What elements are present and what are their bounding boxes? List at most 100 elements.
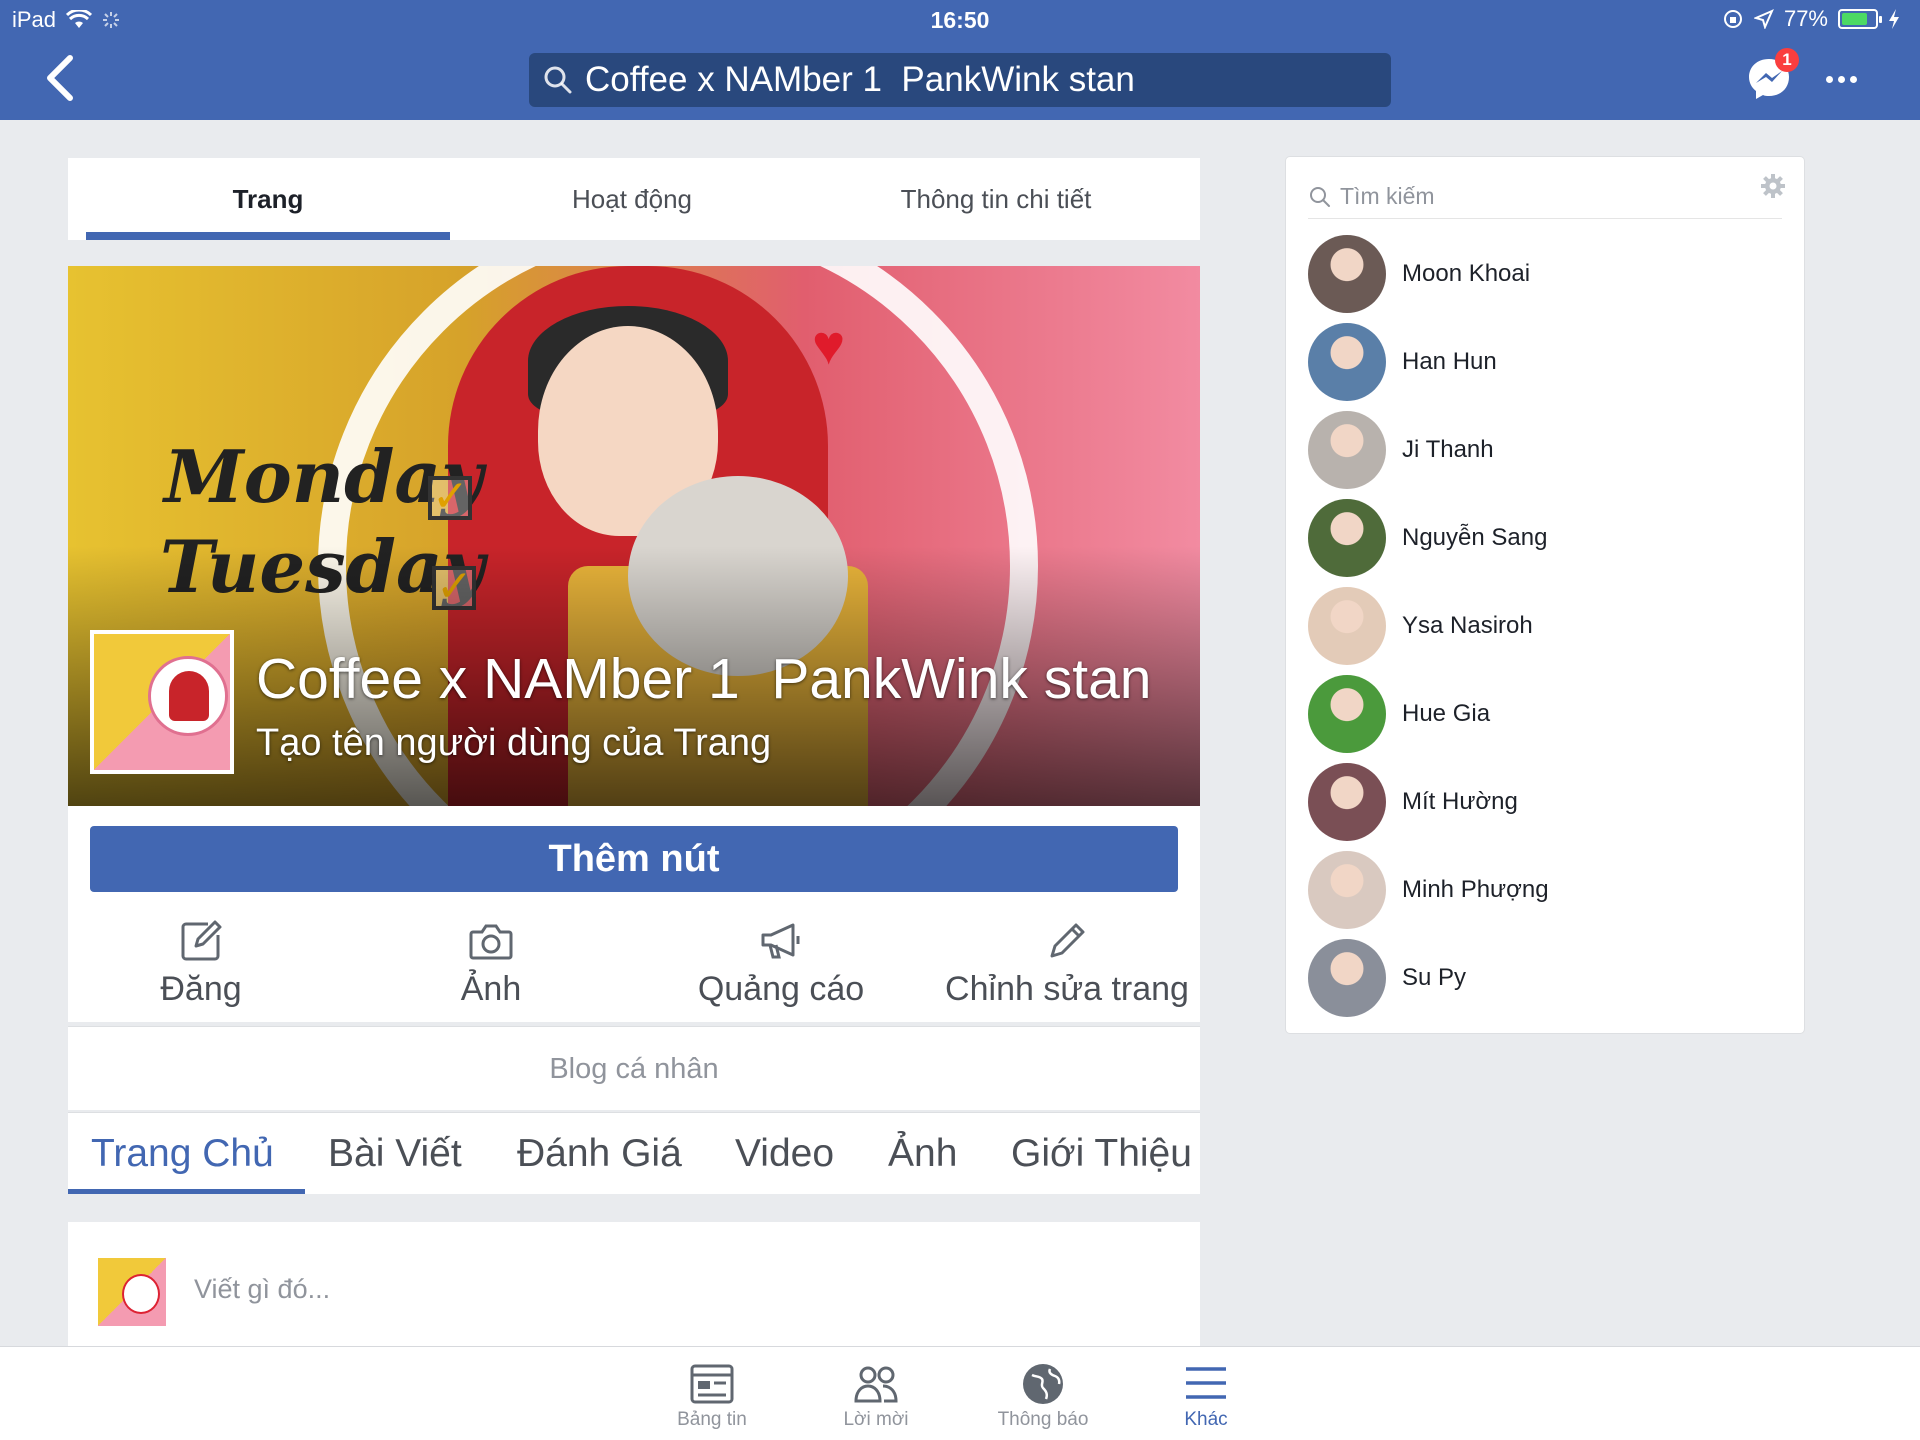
contact-item[interactable]: Moon Khoai bbox=[1308, 234, 1782, 314]
contact-avatar bbox=[1308, 939, 1386, 1017]
more-dot-icon bbox=[1826, 75, 1833, 83]
news-feed-icon bbox=[690, 1364, 734, 1404]
tab-bai-viet[interactable]: Bài Viết bbox=[328, 1113, 462, 1194]
location-arrow-icon bbox=[1753, 9, 1774, 29]
more-options-button[interactable] bbox=[1826, 64, 1862, 94]
contact-avatar bbox=[1308, 411, 1386, 489]
tab-thong-tin-chi-tiet[interactable]: Thông tin chi tiết bbox=[814, 158, 1178, 240]
contact-avatar bbox=[1308, 323, 1386, 401]
contact-item[interactable]: Ysa Nasiroh bbox=[1308, 586, 1782, 666]
contact-item[interactable]: Nguyễn Sang bbox=[1308, 498, 1782, 578]
contact-item[interactable]: Han Hun bbox=[1308, 322, 1782, 402]
heart-icon: ♥ bbox=[812, 313, 846, 376]
page-actions-card: Thêm nút Đăng Ảnh Quảng cáo Chỉnh sửa tr… bbox=[68, 806, 1200, 1022]
composer-page-avatar bbox=[98, 1258, 166, 1326]
add-button[interactable]: Thêm nút bbox=[90, 826, 1178, 892]
contacts-sidebar: Tìm kiếm Moon Khoai Han Hun Ji Thanh Ngu… bbox=[1286, 157, 1804, 1033]
post-action[interactable]: Đăng bbox=[56, 918, 346, 1009]
contact-avatar bbox=[1308, 675, 1386, 753]
contact-item[interactable]: Minh Phượng bbox=[1308, 850, 1782, 930]
contact-name: Ji Thanh bbox=[1402, 436, 1494, 463]
page-section-tabs: Trang Chủ Bài Viết Đánh Giá Video Ảnh Gi… bbox=[68, 1112, 1200, 1194]
tab-notifications[interactable]: Thông báo bbox=[973, 1361, 1113, 1431]
active-section-indicator bbox=[68, 1189, 305, 1194]
tab-hoat-dong[interactable]: Hoạt động bbox=[450, 158, 814, 240]
contact-name: Hue Gia bbox=[1402, 700, 1491, 727]
contact-avatar bbox=[1308, 763, 1386, 841]
battery-percentage: 77% bbox=[1783, 6, 1828, 31]
more-dot-icon bbox=[1850, 75, 1857, 83]
chevron-left-icon bbox=[47, 55, 73, 101]
tab-trang[interactable]: Trang bbox=[86, 158, 450, 240]
compose-icon bbox=[181, 920, 222, 961]
tab-gioi-thieu[interactable]: Giới Thiệu bbox=[1011, 1113, 1192, 1194]
tab-news-feed-label: Bảng tin bbox=[677, 1409, 747, 1430]
status-time: 16:50 bbox=[930, 7, 990, 33]
contact-item[interactable]: Hue Gia bbox=[1308, 674, 1782, 754]
contact-avatar bbox=[1308, 499, 1386, 577]
advertise-action[interactable]: Quảng cáo bbox=[636, 918, 926, 1009]
contact-name: Ysa Nasiroh bbox=[1402, 612, 1533, 639]
tab-friend-requests-label: Lời mời bbox=[843, 1409, 909, 1430]
edit-page-action[interactable]: Chỉnh sửa trang bbox=[922, 918, 1212, 1009]
page-profile-picture[interactable] bbox=[90, 630, 234, 774]
post-action-label: Đăng bbox=[160, 970, 242, 1008]
charging-bolt-icon bbox=[1889, 9, 1899, 29]
composer-input[interactable]: Viết gì đó... bbox=[194, 1274, 330, 1305]
camera-icon bbox=[469, 924, 513, 960]
gear-icon[interactable] bbox=[1760, 173, 1786, 199]
search-bar[interactable]: Coffee x NAMber 1 PankWink stan bbox=[529, 53, 1391, 107]
battery-icon bbox=[1838, 9, 1882, 29]
menu-icon bbox=[1186, 1367, 1226, 1399]
search-icon bbox=[1310, 186, 1330, 207]
contact-avatar bbox=[1308, 851, 1386, 929]
contact-item[interactable]: Mít Hường bbox=[1308, 762, 1782, 842]
tab-more[interactable]: Khác bbox=[1136, 1361, 1276, 1431]
contact-name: Nguyễn Sang bbox=[1402, 524, 1548, 551]
contact-avatar bbox=[1308, 587, 1386, 665]
contact-name: Moon Khoai bbox=[1402, 260, 1531, 287]
contact-item[interactable]: Su Py bbox=[1308, 938, 1782, 1018]
photo-action[interactable]: Ảnh bbox=[346, 918, 636, 1009]
orientation-lock-icon bbox=[1723, 10, 1742, 28]
page-title: Coffee x NAMber 1 PankWink stan bbox=[256, 647, 1152, 711]
advertise-action-label: Quảng cáo bbox=[697, 970, 865, 1008]
photo-action-label: Ảnh bbox=[460, 970, 522, 1008]
tab-friend-requests[interactable]: Lời mời bbox=[806, 1361, 946, 1431]
contact-search-placeholder: Tìm kiếm bbox=[1340, 183, 1435, 209]
bottom-tab-bar: Bảng tin Lời mời Thông báo Khác bbox=[0, 1346, 1920, 1440]
cover-photo[interactable]: ♥ Monday Tuesday ✓ ✓ Coffee x NAMber 1 P… bbox=[68, 266, 1200, 806]
contact-item[interactable]: Ji Thanh bbox=[1308, 410, 1782, 490]
friends-icon bbox=[854, 1366, 898, 1403]
tab-more-label: Khác bbox=[1184, 1409, 1228, 1430]
create-username-link[interactable]: Tạo tên người dùng của Trang bbox=[256, 722, 771, 765]
post-composer: Viết gì đó... bbox=[68, 1222, 1200, 1352]
pencil-icon bbox=[1050, 923, 1085, 958]
more-dot-icon bbox=[1838, 75, 1845, 83]
megaphone-icon bbox=[761, 923, 800, 959]
page-category: Blog cá nhân bbox=[68, 1026, 1200, 1110]
top-navigation-bar: iPad 16:50 77% Coffee x NAMber 1 PankWin… bbox=[0, 0, 1920, 120]
contact-name: Minh Phượng bbox=[1402, 876, 1549, 903]
search-query: Coffee x NAMber 1 PankWink stan bbox=[585, 60, 1135, 99]
contact-search-input[interactable]: Tìm kiếm bbox=[1308, 175, 1782, 219]
contact-name: Su Py bbox=[1402, 964, 1467, 991]
status-bar: iPad 16:50 77% bbox=[0, 0, 1920, 40]
tab-notifications-label: Thông báo bbox=[997, 1409, 1089, 1430]
messenger-unread-badge: 1 bbox=[1775, 48, 1799, 72]
tab-video[interactable]: Video bbox=[735, 1113, 834, 1194]
active-tab-indicator bbox=[86, 232, 450, 240]
page-tabs: Trang Hoạt động Thông tin chi tiết bbox=[68, 158, 1200, 240]
tab-trang-chu[interactable]: Trang Chủ bbox=[91, 1113, 274, 1194]
back-button[interactable] bbox=[42, 52, 82, 104]
search-icon bbox=[544, 66, 572, 94]
contact-name: Han Hun bbox=[1402, 348, 1497, 375]
tab-anh[interactable]: Ảnh bbox=[888, 1113, 957, 1194]
contact-name: Mít Hường bbox=[1402, 788, 1518, 815]
contact-avatar bbox=[1308, 235, 1386, 313]
edit-page-action-label: Chỉnh sửa trang bbox=[945, 970, 1189, 1008]
tab-news-feed[interactable]: Bảng tin bbox=[642, 1361, 782, 1431]
tab-danh-gia[interactable]: Đánh Giá bbox=[517, 1113, 682, 1194]
checkbox-checked-icon: ✓ bbox=[428, 475, 472, 520]
globe-icon bbox=[1023, 1364, 1063, 1404]
